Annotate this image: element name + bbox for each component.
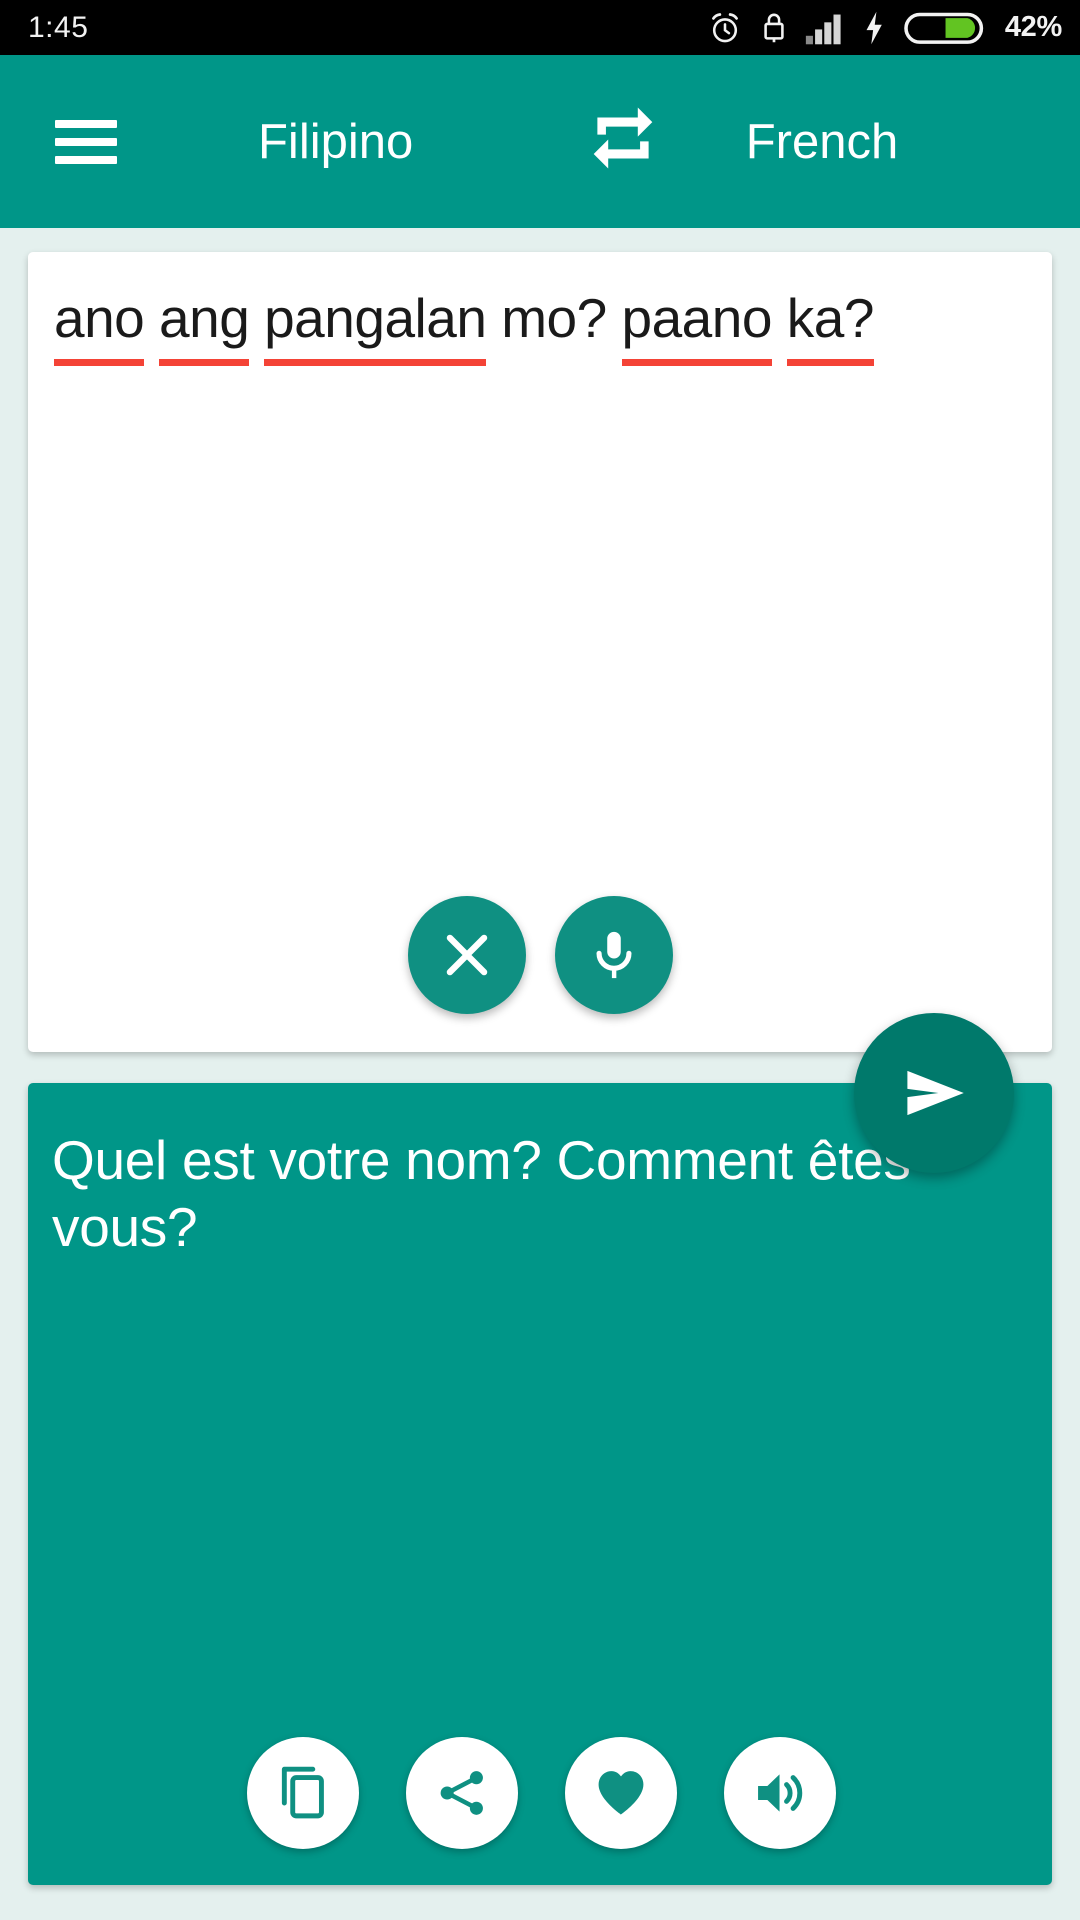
input-action-row	[28, 896, 1052, 1014]
signal-bars-icon	[805, 14, 841, 44]
clear-button[interactable]	[407, 896, 526, 1014]
speaker-volume-icon	[757, 1774, 802, 1812]
source-space	[486, 287, 501, 349]
battery-percent-label: 42%	[1004, 11, 1062, 43]
status-bar: 1:45 42%	[0, 0, 1080, 55]
favorite-button[interactable]	[564, 1737, 677, 1849]
copy-icon	[281, 1766, 324, 1819]
close-x-icon	[446, 934, 487, 976]
source-language-selector[interactable]: Filipino	[258, 114, 413, 170]
hamburger-line	[55, 119, 117, 128]
speak-button[interactable]	[723, 1737, 836, 1849]
battery-icon	[904, 12, 983, 44]
copy-button[interactable]	[246, 1737, 359, 1849]
heart-icon	[598, 1771, 643, 1815]
source-word: mo?	[501, 287, 607, 349]
output-action-row	[28, 1737, 1052, 1849]
share-icon	[440, 1771, 483, 1815]
hamburger-line	[55, 155, 117, 164]
swap-languages-button[interactable]	[577, 96, 669, 188]
alarm-icon	[711, 12, 738, 42]
app-screen: 1:45 42% Filipino French ano ang pangala…	[0, 0, 1080, 1920]
hamburger-line	[55, 137, 117, 146]
charging-bolt-icon	[866, 11, 882, 44]
swap-languages-icon	[593, 107, 653, 168]
send-arrow-icon	[907, 1070, 964, 1116]
send-translate-button[interactable]	[854, 1013, 1014, 1173]
source-space	[144, 287, 159, 349]
source-space	[607, 287, 622, 349]
microphone-icon	[596, 931, 631, 979]
target-language-selector[interactable]: French	[746, 114, 899, 170]
translated-text: Quel est votre nom? Comment êtes-vous?	[52, 1129, 929, 1259]
source-space	[249, 287, 264, 349]
hamburger-menu-icon[interactable]	[55, 119, 117, 164]
voice-input-button[interactable]	[554, 896, 673, 1014]
source-word: ka?	[786, 284, 874, 366]
translated-text-card[interactable]: Quel est votre nom? Comment êtes-vous?	[28, 1083, 1052, 1885]
screen-lock-icon	[764, 13, 784, 42]
source-word: ang	[159, 284, 250, 366]
share-button[interactable]	[405, 1737, 518, 1849]
source-space	[772, 287, 787, 349]
source-word: pangalan	[264, 284, 487, 366]
source-text-input[interactable]: ano ang pangalan mo? paano ka?	[54, 284, 1028, 366]
status-bar-clock: 1:45	[28, 10, 89, 44]
source-word: ano	[54, 284, 145, 366]
app-bar: Filipino French	[0, 55, 1080, 228]
source-text-card[interactable]: ano ang pangalan mo? paano ka?	[28, 252, 1052, 1052]
status-bar-icons: 42%	[707, 8, 1062, 48]
source-word: paano	[621, 284, 772, 366]
